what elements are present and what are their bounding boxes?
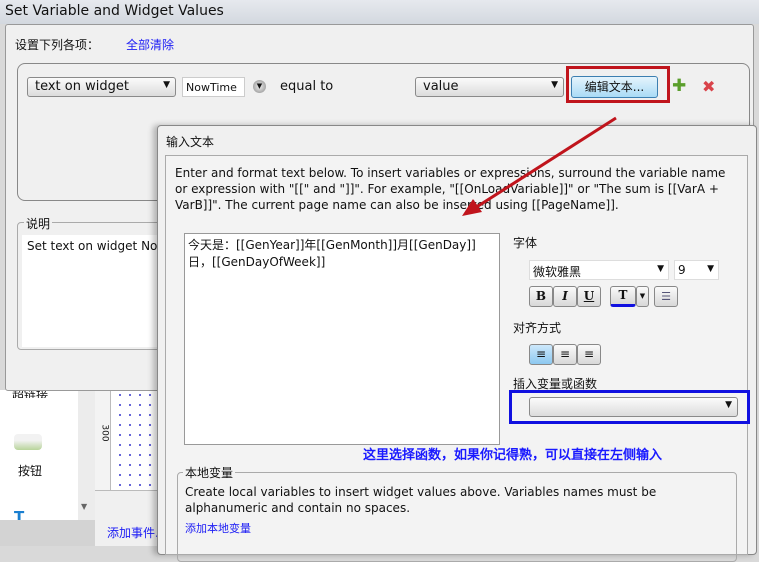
arrow-shaft [474,116,617,210]
arrow-head-icon [462,199,482,216]
annotation-arrow [462,116,617,216]
